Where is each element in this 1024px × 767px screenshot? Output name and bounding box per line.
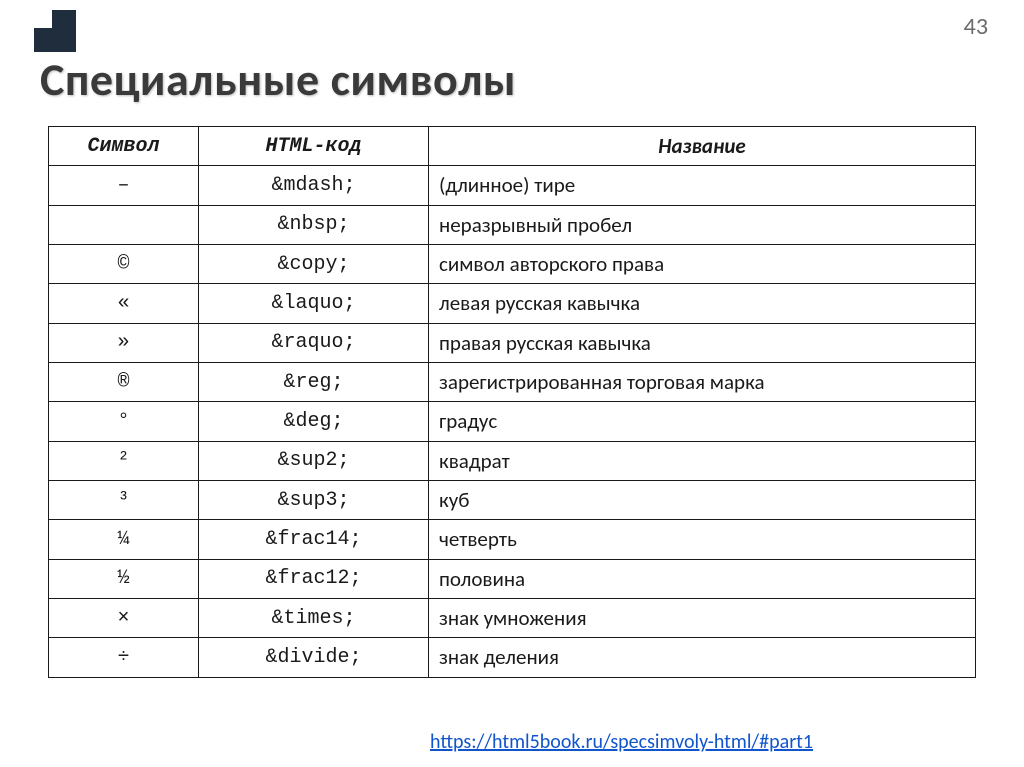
symbols-table-wrapper: Символ HTML-код Название –&mdash;(длинно… — [48, 126, 976, 678]
table-row: ×&times;знак умножения — [49, 599, 976, 638]
cell-name: куб — [429, 481, 976, 520]
cell-symbol: ® — [49, 363, 199, 402]
cell-symbol: © — [49, 245, 199, 284]
table-row: ÷&divide;знак деления — [49, 638, 976, 677]
cell-symbol: × — [49, 599, 199, 638]
cell-html-code: &copy; — [199, 245, 429, 284]
cell-html-code: &laquo; — [199, 284, 429, 323]
table-row: ½&frac12;половина — [49, 559, 976, 598]
cell-symbol: – — [49, 166, 199, 205]
cell-html-code: &reg; — [199, 363, 429, 402]
cell-html-code: &raquo; — [199, 323, 429, 362]
cell-name: квадрат — [429, 441, 976, 480]
table-row: ¼&frac14;четверть — [49, 520, 976, 559]
slide-title: Специальные символы — [40, 52, 516, 108]
symbols-table: Символ HTML-код Название –&mdash;(длинно… — [48, 126, 976, 678]
col-header-symbol: Символ — [49, 127, 199, 166]
cell-symbol: ½ — [49, 559, 199, 598]
table-row: «&laquo;левая русская кавычка — [49, 284, 976, 323]
footer-link[interactable]: https://html5book.ru/specsimvoly-html/#p… — [430, 730, 813, 754]
cell-name: знак деления — [429, 638, 976, 677]
cell-symbol: » — [49, 323, 199, 362]
cell-name: неразрывный пробел — [429, 205, 976, 244]
table-row: &nbsp;неразрывный пробел — [49, 205, 976, 244]
cell-symbol: ° — [49, 402, 199, 441]
cell-name: символ авторского права — [429, 245, 976, 284]
cell-html-code: &times; — [199, 599, 429, 638]
cell-html-code: &sup2; — [199, 441, 429, 480]
cell-name: градус — [429, 402, 976, 441]
cell-symbol: ÷ — [49, 638, 199, 677]
cell-html-code: &nbsp; — [199, 205, 429, 244]
slide: 43 Специальные символы Символ HTML-код Н… — [0, 0, 1024, 767]
cell-name: половина — [429, 559, 976, 598]
cell-symbol — [49, 205, 199, 244]
cell-name: зарегистрированная торговая марка — [429, 363, 976, 402]
cell-symbol: ¼ — [49, 520, 199, 559]
cell-name: (длинное) тире — [429, 166, 976, 205]
cell-name: левая русская кавычка — [429, 284, 976, 323]
cell-html-code: &sup3; — [199, 481, 429, 520]
table-row: ®&reg;зарегистрированная торговая марка — [49, 363, 976, 402]
table-row: –&mdash;(длинное) тире — [49, 166, 976, 205]
col-header-code: HTML-код — [199, 127, 429, 166]
cell-html-code: &divide; — [199, 638, 429, 677]
table-row: ³&sup3;куб — [49, 481, 976, 520]
cell-name: четверть — [429, 520, 976, 559]
col-header-name: Название — [429, 127, 976, 166]
slide-accent-square — [34, 10, 76, 52]
cell-symbol: ³ — [49, 481, 199, 520]
page-number: 43 — [964, 12, 988, 41]
cell-symbol: « — [49, 284, 199, 323]
cell-name: правая русская кавычка — [429, 323, 976, 362]
table-row: ©&copy;символ авторского права — [49, 245, 976, 284]
cell-html-code: &frac14; — [199, 520, 429, 559]
table-row: »&raquo;правая русская кавычка — [49, 323, 976, 362]
cell-html-code: &frac12; — [199, 559, 429, 598]
cell-symbol: ² — [49, 441, 199, 480]
table-row: ²&sup2;квадрат — [49, 441, 976, 480]
cell-html-code: &deg; — [199, 402, 429, 441]
table-row: °&deg;градус — [49, 402, 976, 441]
cell-html-code: &mdash; — [199, 166, 429, 205]
cell-name: знак умножения — [429, 599, 976, 638]
table-header-row: Символ HTML-код Название — [49, 127, 976, 166]
